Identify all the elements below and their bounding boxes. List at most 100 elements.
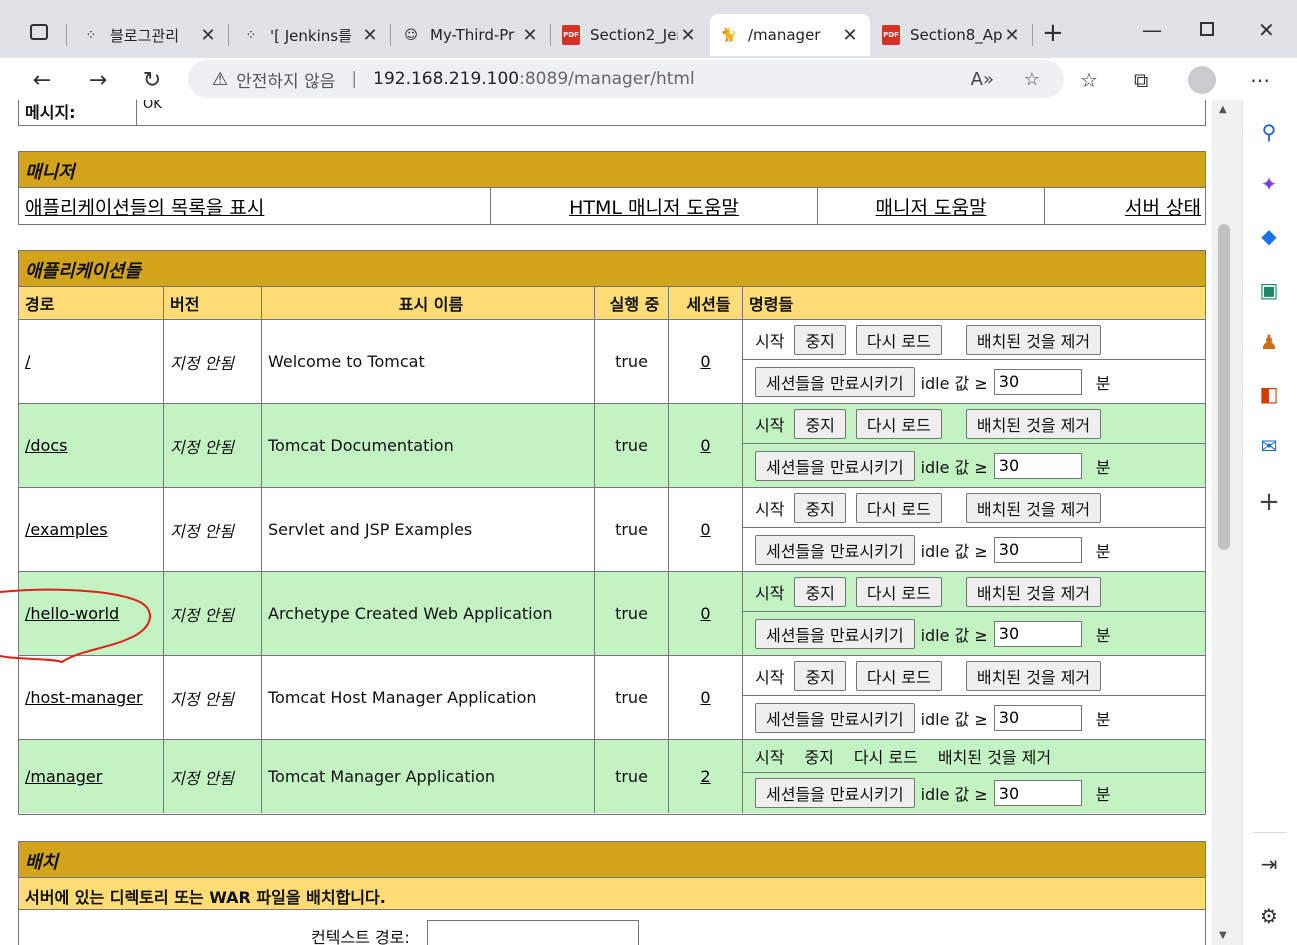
idle-input[interactable] xyxy=(993,704,1082,731)
games-icon[interactable]: ♟ xyxy=(1255,328,1283,356)
idle-input[interactable] xyxy=(993,536,1082,563)
idle-input[interactable] xyxy=(993,780,1082,806)
close-icon[interactable]: ✕ xyxy=(198,25,218,46)
tab-actions-icon[interactable] xyxy=(30,24,48,40)
app-path-link[interactable]: /examples xyxy=(25,520,108,539)
stop-button[interactable]: 중지 xyxy=(794,324,846,355)
undeploy-button[interactable]: 배치된 것을 제거 xyxy=(965,408,1102,439)
search-icon[interactable]: ⚲ xyxy=(1255,118,1283,146)
address-bar[interactable]: ⚠ 안전하지 않음 | 192.168.219.100:8089/manager… xyxy=(188,60,1064,98)
app-path-link[interactable]: /docs xyxy=(25,436,67,455)
reload-button[interactable]: 다시 로드 xyxy=(855,408,942,439)
html-manager-help-link[interactable]: HTML 매니저 도움말 xyxy=(569,193,739,220)
expire-sessions-button[interactable]: 세션들을 만료시키기 xyxy=(755,450,915,481)
collections-icon[interactable]: ⧉ xyxy=(1134,68,1148,92)
table-row: /manager 지정 안됨 Tomcat Manager Application t… xyxy=(19,739,1205,813)
tab-blog-admin[interactable]: ⁘ 블로그관리 ✕ xyxy=(72,14,228,56)
favorites-icon[interactable]: ☆ xyxy=(1080,68,1098,92)
outlook-icon[interactable]: ✉ xyxy=(1255,432,1283,460)
close-icon[interactable]: ✕ xyxy=(678,25,698,46)
stop-button[interactable]: 중지 xyxy=(794,408,846,439)
minutes-label: 분 xyxy=(1095,541,1111,561)
new-tab-icon[interactable]: + xyxy=(1042,18,1064,48)
app-sessions-link[interactable]: 0 xyxy=(700,520,710,539)
jenkins-icon: ☺ xyxy=(404,27,418,43)
table-row: / 지정 안됨 Welcome to Tomcat true 0 시작 중지 다시 로드 배치된… xyxy=(19,319,1205,403)
close-icon[interactable]: ✕ xyxy=(1002,25,1022,46)
close-icon[interactable]: ✕ xyxy=(520,25,540,46)
idle-label: idle 값 ≥ xyxy=(920,785,988,804)
context-path-input[interactable] xyxy=(427,920,639,945)
expire-sessions-button[interactable]: 세션들을 만료시키기 xyxy=(755,778,915,808)
manager-help-link[interactable]: 매니저 도움말 xyxy=(876,193,987,220)
tab-my-third-project[interactable]: ☺ My-Third-Pr ✕ xyxy=(392,14,550,56)
app-sessions-link[interactable]: 0 xyxy=(700,352,710,371)
stop-button[interactable]: 중지 xyxy=(794,492,846,523)
add-app-icon[interactable]: + xyxy=(1255,487,1283,517)
reload-button[interactable]: 다시 로드 xyxy=(855,492,942,523)
app-path-link[interactable]: / xyxy=(25,352,30,371)
col-path: 경로 xyxy=(19,287,164,319)
tab-section2-pdf[interactable]: PDF Section2_Jen ✕ xyxy=(552,14,708,56)
tab-section8-pdf[interactable]: PDF Section8_Ap ✕ xyxy=(872,14,1032,56)
close-icon[interactable]: ✕ xyxy=(360,25,380,46)
server-status-link[interactable]: 서버 상태 xyxy=(1125,193,1201,220)
table-row: /docs 지정 안됨 Tomcat Documentation true 0 시작 중지 다… xyxy=(19,403,1205,487)
expire-sessions-button[interactable]: 세션들을 만료시키기 xyxy=(755,702,915,733)
reload-button[interactable]: 다시 로드 xyxy=(855,324,942,355)
expire-sessions-button[interactable]: 세션들을 만료시키기 xyxy=(755,618,915,649)
app-commands: 시작 중지 다시 로드 배치된 것을 제거세션들을 만료시키기idle 값 ≥ 분 xyxy=(743,320,1205,403)
copilot-icon[interactable]: ✦ xyxy=(1255,170,1283,198)
forward-icon[interactable]: → xyxy=(82,64,114,96)
refresh-icon[interactable]: ↻ xyxy=(136,64,168,96)
minutes-label: 분 xyxy=(1095,457,1111,477)
add-favorite-icon[interactable]: ☆ xyxy=(1024,69,1040,90)
read-aloud-icon[interactable]: A» xyxy=(971,69,994,90)
idle-input[interactable] xyxy=(993,452,1082,479)
profile-avatar[interactable] xyxy=(1188,66,1216,94)
more-options-icon[interactable]: ⋯ xyxy=(1250,68,1270,92)
app-running: true xyxy=(595,320,669,403)
minimize-icon[interactable]: — xyxy=(1142,18,1162,42)
table-row: /examples 지정 안됨 Servlet and JSP Examples tr… xyxy=(19,487,1205,571)
stop-button[interactable]: 중지 xyxy=(794,660,846,691)
tools-icon[interactable]: ▣ xyxy=(1255,276,1283,304)
reload-label: 다시 로드 xyxy=(853,748,918,767)
window-close-icon[interactable]: ✕ xyxy=(1258,18,1275,42)
reload-button[interactable]: 다시 로드 xyxy=(855,660,942,691)
expire-sessions-button[interactable]: 세션들을 만료시키기 xyxy=(755,366,915,397)
app-path-link[interactable]: /manager xyxy=(25,767,102,786)
pdf-icon: PDF xyxy=(882,25,900,45)
idle-input[interactable] xyxy=(993,620,1082,647)
stop-button[interactable]: 중지 xyxy=(794,576,846,607)
app-path-link[interactable]: /hello-world xyxy=(25,604,119,623)
maximize-icon[interactable] xyxy=(1200,22,1214,36)
page-scrollbar[interactable]: ▲ ▼ xyxy=(1212,100,1242,945)
undeploy-button[interactable]: 배치된 것을 제거 xyxy=(965,492,1102,523)
tab-jenkins-post[interactable]: ⁘ '[ Jenkins를 ✕ xyxy=(232,14,390,56)
undeploy-button[interactable]: 배치된 것을 제거 xyxy=(965,576,1102,607)
list-applications-link[interactable]: 애플리케이션들의 목록을 표시 xyxy=(25,193,264,220)
app-path-link[interactable]: /host-manager xyxy=(25,688,143,707)
app-display-name: Tomcat Manager Application xyxy=(262,740,595,813)
reload-button[interactable]: 다시 로드 xyxy=(855,576,942,607)
undeploy-button[interactable]: 배치된 것을 제거 xyxy=(965,324,1102,355)
settings-icon[interactable]: ⚙ xyxy=(1255,902,1283,930)
scrollbar-thumb[interactable] xyxy=(1218,224,1230,550)
hide-sidebar-icon[interactable]: ⇥ xyxy=(1255,850,1283,878)
app-running: true xyxy=(595,656,669,739)
idle-input[interactable] xyxy=(993,368,1082,395)
minutes-label: 분 xyxy=(1095,373,1111,393)
close-icon[interactable]: ✕ xyxy=(840,25,860,46)
tab-manager[interactable]: 🐈 /manager ✕ xyxy=(710,14,870,56)
shopping-icon[interactable]: ◆ xyxy=(1255,222,1283,250)
expire-sessions-button[interactable]: 세션들을 만료시키기 xyxy=(755,534,915,565)
app-sessions-link[interactable]: 0 xyxy=(700,436,710,455)
back-icon[interactable]: ← xyxy=(26,64,58,96)
office-icon[interactable]: ◧ xyxy=(1255,380,1283,408)
app-version: 지정 안됨 xyxy=(164,488,262,571)
app-sessions-link[interactable]: 0 xyxy=(700,604,710,623)
app-sessions-link[interactable]: 2 xyxy=(700,767,710,786)
undeploy-button[interactable]: 배치된 것을 제거 xyxy=(965,660,1102,691)
app-sessions-link[interactable]: 0 xyxy=(700,688,710,707)
